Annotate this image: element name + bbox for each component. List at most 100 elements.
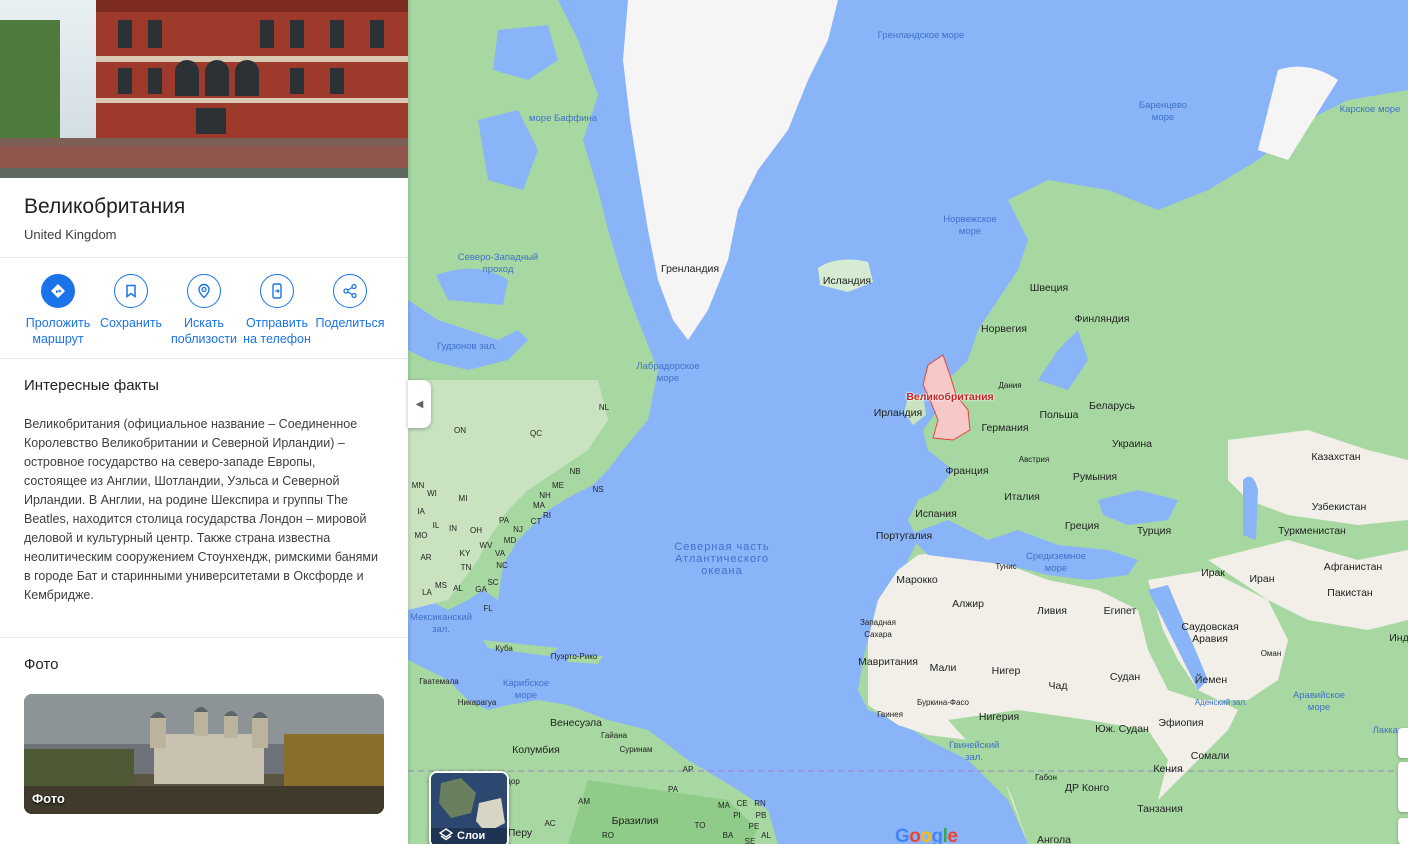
map-label-maranhao: MA <box>718 801 730 810</box>
map-label-maryland: MD <box>503 536 517 545</box>
directions-button[interactable]: Проложить маршрут <box>20 274 96 347</box>
map-label-tennessee: TN <box>460 563 472 572</box>
map-label-chad: Чад <box>1048 680 1068 692</box>
place-subtitle: United Kingdom <box>24 227 117 242</box>
map-label-angola: Ангола <box>1037 834 1071 844</box>
nearby-button[interactable]: Искать поблизости <box>166 274 242 347</box>
map-label-greenland: Гренландия <box>660 263 720 275</box>
map-label-italy: Италия <box>1004 491 1040 503</box>
place-hero-photo[interactable] <box>0 0 408 178</box>
share-icon <box>333 274 367 308</box>
app-root: Великобритания United Kingdom Проложить … <box>0 0 1408 844</box>
zoom-control[interactable] <box>1398 762 1408 812</box>
map-label-west-virginia: WV <box>479 541 493 550</box>
map-label-w-sahara: Западная Сахара <box>860 618 896 639</box>
map-label-norway: Норвегия <box>981 323 1027 335</box>
facts-heading: Интересные факты <box>24 377 159 394</box>
map-label-sweden: Швеция <box>1029 282 1069 294</box>
map-label-sudan: Судан <box>1109 671 1141 683</box>
collapse-panel-button[interactable]: ◀ <box>408 380 431 428</box>
map-label-mississippi: MS <box>435 581 447 590</box>
photo-tile[interactable]: Фото <box>24 694 384 814</box>
map-label-egypt: Египет <box>1103 605 1137 617</box>
map-label-alabama: AL <box>453 584 463 593</box>
map-label-ohio: OH <box>470 526 482 535</box>
map-label-greenland-sea: Гренландское море <box>877 30 965 41</box>
map-label-cuba: Куба <box>495 644 513 653</box>
map-label-india: Инд <box>1389 632 1408 644</box>
map-label-denmark: Дания <box>998 381 1022 390</box>
map-label-brazil: Бразилия <box>611 815 659 827</box>
map-label-guinea: Гвинея <box>877 710 903 719</box>
map-label-quebec: QC <box>530 429 542 438</box>
map-control-button[interactable] <box>1398 818 1408 844</box>
facts-text: Великобритания (официальное название – С… <box>24 417 378 602</box>
map-label-belarus: Беларусь <box>1089 400 1135 412</box>
save-button[interactable]: Сохранить <box>93 274 169 331</box>
map-label-ethiopia: Эфиопия <box>1158 717 1204 729</box>
place-title: Великобритания <box>24 195 186 218</box>
divider <box>0 257 408 258</box>
map-label-turkmenistan: Туркменистан <box>1278 525 1346 537</box>
map-label-poland: Польша <box>1039 409 1079 421</box>
layers-button[interactable]: Слои <box>429 771 509 844</box>
map-label-amazonas: AM <box>578 797 590 806</box>
map-label-michigan: MI <box>458 494 468 503</box>
map-label-niger: Нигер <box>991 665 1021 677</box>
map-label-germany: Германия <box>981 422 1029 434</box>
map-label-kazakhstan: Казахстан <box>1311 451 1361 463</box>
map-label-drc: ДР Конго <box>1064 782 1110 794</box>
map-label-france: Франция <box>945 465 989 477</box>
map-label-rondonia: RO <box>602 831 614 840</box>
map-label-south-carolina: SC <box>487 578 499 587</box>
map-canvas[interactable]: Гренландское море Баренцево море Карское… <box>408 0 1408 844</box>
map-label-arkansas: AR <box>420 553 432 562</box>
send-to-phone-button[interactable]: Отправить на телефон <box>239 274 315 347</box>
map-label-kentucky: KY <box>459 549 471 558</box>
map-label-iceland: Исландия <box>822 275 872 287</box>
send-to-phone-label: Отправить на телефон <box>243 316 311 346</box>
map-label-ireland: Ирландия <box>873 407 923 419</box>
map-label-finland: Финляндия <box>1074 313 1130 325</box>
map-control-button[interactable] <box>1398 728 1408 758</box>
map-label-connecticut: CT <box>530 517 542 526</box>
layers-label: Слои <box>457 830 486 842</box>
map-label-north-carolina: NC <box>496 561 508 570</box>
photo-label: Фото <box>32 791 65 806</box>
share-label: Поделиться <box>315 316 385 330</box>
google-logo: Google <box>895 826 958 844</box>
map-label-guatemala: Гватемала <box>419 677 459 686</box>
map-label-nw-passage: Северо-Западный проход <box>457 252 539 275</box>
map-label-arabian-sea: Аравийское море <box>1292 690 1346 713</box>
map-label-uzbekistan: Узбекистан <box>1311 501 1367 513</box>
map-label-pennsylvania: PA <box>498 516 510 525</box>
map-label-pernambuco: PE <box>748 822 760 831</box>
map-label-guinea-gulf: Гвинейский зал. <box>949 740 1000 763</box>
map-label-guyana: Гайана <box>600 731 628 740</box>
map-label-greece: Греция <box>1064 520 1100 532</box>
map-label-labrador-sea: Лабрадорское море <box>636 361 700 384</box>
map-label-morocco: Марокко <box>896 574 938 586</box>
map-label-bahia: BA <box>722 831 734 840</box>
layers-icon <box>439 828 453 841</box>
directions-label: Проложить маршрут <box>25 316 91 346</box>
map-label-barents-sea: Баренцево море <box>1138 100 1188 123</box>
map-label-indiana: IN <box>449 524 457 533</box>
nearby-icon <box>187 274 221 308</box>
map-label-iran: Иран <box>1249 573 1275 585</box>
photos-heading: Фото <box>24 656 59 673</box>
map-label-illinois: IL <box>432 521 440 530</box>
map-label-nigeria: Нигерия <box>978 711 1020 723</box>
map-label-rio-grande-norte: RN <box>754 799 766 808</box>
phone-icon <box>260 274 294 308</box>
map-label-rhode-island: RI <box>543 511 551 520</box>
map-label-pakistan: Пакистан <box>1327 587 1373 599</box>
map-label-n-atlantic: Северная часть Атлантического океана <box>674 541 770 577</box>
map-label-missouri: MO <box>414 531 428 540</box>
share-button[interactable]: Поделиться <box>312 274 388 331</box>
map-label-maine: ME <box>552 481 564 490</box>
divider <box>0 358 408 359</box>
map-label-suriname: Суринам <box>619 745 653 754</box>
map-label-ukraine: Украина <box>1112 438 1152 450</box>
map-label-tanzania: Танзания <box>1137 803 1183 815</box>
